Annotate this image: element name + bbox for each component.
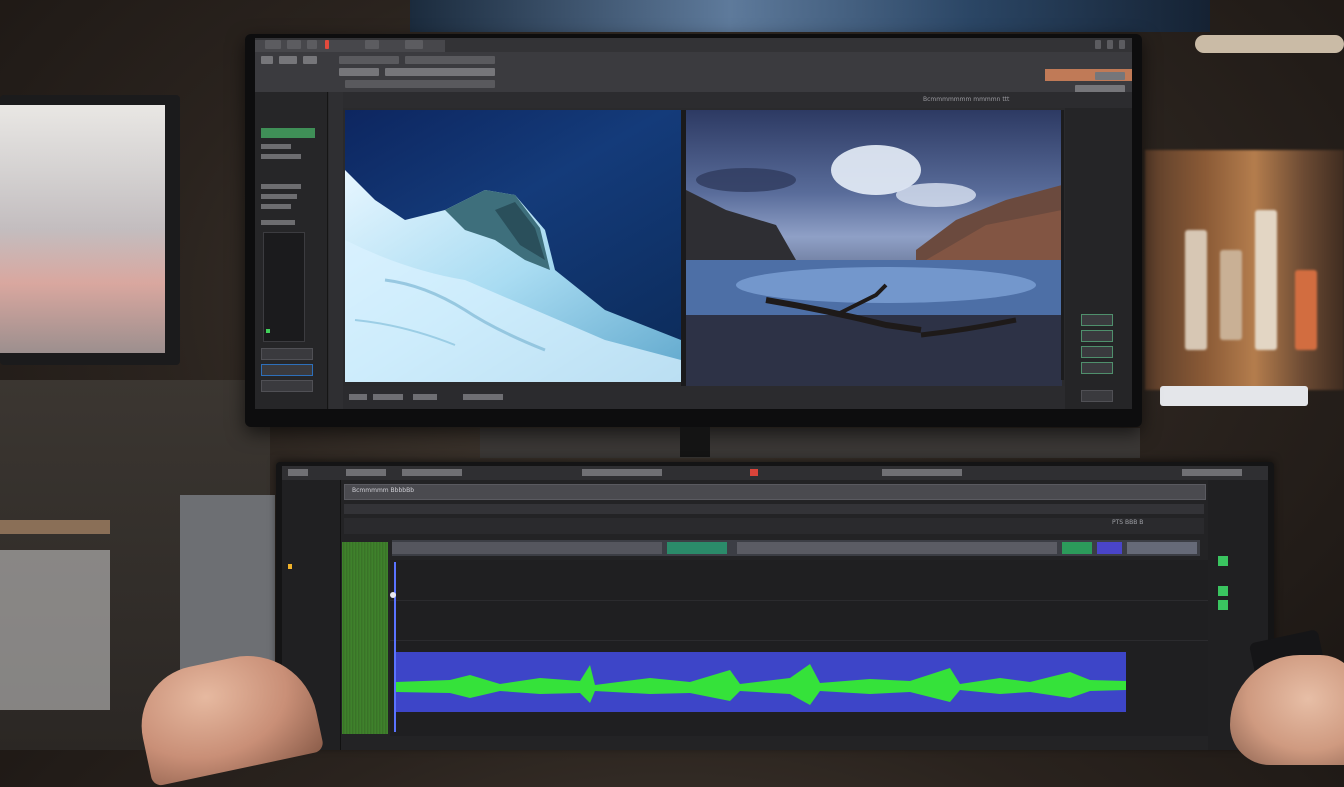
timeline-ruler[interactable]: [344, 518, 1204, 534]
menu-item[interactable]: [307, 40, 317, 49]
editing-monitor: Bcmmmmm BbbbBb PTS BBB B: [276, 462, 1274, 750]
viewer-title: Bcmmmmmmm mmmmn ttt: [923, 96, 1010, 103]
record-indicator: [325, 40, 329, 49]
tool-column: [329, 92, 343, 409]
tool-button[interactable]: [261, 56, 273, 64]
background-lamp: [1195, 35, 1344, 53]
slider-handle[interactable]: [266, 329, 270, 333]
panel-button[interactable]: [261, 348, 313, 360]
options-field[interactable]: [339, 56, 399, 64]
window-maximize-icon[interactable]: [1107, 40, 1113, 49]
status-indicator: [1218, 556, 1228, 566]
panel-row: [261, 194, 297, 199]
editor-menu-item[interactable]: [288, 469, 308, 476]
editor-menu-item[interactable]: [1182, 469, 1242, 476]
audio-editor-window: Bcmmmmm BbbbBb PTS BBB B: [282, 466, 1268, 750]
audio-meter: [342, 542, 388, 734]
panel-row: [261, 184, 301, 189]
video-track[interactable]: [344, 484, 1206, 500]
desk-equipment: [480, 428, 1140, 458]
clip[interactable]: [1062, 542, 1092, 554]
vertical-scrollbar[interactable]: [1061, 110, 1064, 380]
track-marker: [288, 564, 292, 569]
window-minimize-icon[interactable]: [1095, 40, 1101, 49]
toolbar: [255, 52, 1132, 93]
tool-button[interactable]: [1095, 72, 1125, 80]
adjust-control[interactable]: [1081, 346, 1113, 358]
record-button[interactable]: [750, 469, 758, 476]
clip[interactable]: [667, 542, 727, 554]
panel-row: [261, 204, 291, 209]
status-bar: [343, 386, 1065, 409]
tool-button[interactable]: [385, 68, 495, 76]
panel-row: [261, 220, 295, 225]
viewer-header: Bcmmmmmmm mmmmn ttt: [343, 92, 1132, 108]
panel-button[interactable]: [261, 364, 313, 376]
clip-track[interactable]: [392, 540, 1200, 556]
background-keyboard: [1160, 386, 1308, 406]
clip[interactable]: [1127, 542, 1197, 554]
status-indicator: [1218, 600, 1228, 610]
menu-item[interactable]: [265, 40, 281, 49]
mountain-image: [345, 170, 681, 382]
audio-waveform: [396, 652, 1126, 712]
playhead-handle[interactable]: [390, 592, 396, 598]
photo-editor-window: Bcmmmmmmm mmmmn ttt: [255, 38, 1132, 409]
active-layer[interactable]: [261, 128, 315, 138]
window-close-icon[interactable]: [1119, 40, 1125, 49]
background-shelf: [1145, 150, 1344, 390]
menu-item[interactable]: [365, 40, 379, 49]
clip[interactable]: [737, 542, 1057, 554]
adjust-control[interactable]: [1081, 314, 1113, 326]
tool-button[interactable]: [279, 56, 297, 64]
lake-image: [686, 145, 1062, 386]
editor-menu-item[interactable]: [882, 469, 962, 476]
editor-toolbar: [282, 466, 1268, 480]
level-slider[interactable]: [263, 232, 305, 342]
status-indicator: [1218, 586, 1228, 596]
playhead[interactable]: [394, 562, 396, 732]
editor-menu-item[interactable]: [346, 469, 386, 476]
clip[interactable]: [1097, 542, 1122, 554]
clip[interactable]: [392, 542, 662, 554]
secondary-track[interactable]: [344, 504, 1204, 514]
main-monitor: Bcmmmmmmm mmmmn ttt: [245, 34, 1142, 427]
menu-bar: [255, 38, 1132, 52]
adjust-control[interactable]: [1081, 330, 1113, 342]
panel-button[interactable]: [261, 380, 313, 392]
transport-controls[interactable]: [582, 469, 662, 476]
canvas-right[interactable]: [686, 110, 1062, 386]
menu-item[interactable]: [405, 40, 423, 49]
menu-item[interactable]: [287, 40, 301, 49]
track-label: Bcmmmmm BbbbBb: [352, 487, 415, 494]
timecode: PTS BBB B: [1112, 519, 1144, 526]
adjustments-panel: [1065, 108, 1132, 409]
panel-row: [261, 154, 301, 159]
background-monitor: [0, 95, 180, 365]
canvas-left[interactable]: [345, 110, 681, 382]
waveform-area[interactable]: [390, 560, 1208, 736]
tool-button[interactable]: [303, 56, 317, 64]
tool-button[interactable]: [339, 68, 379, 76]
editor-menu-item[interactable]: [402, 469, 462, 476]
layers-panel: [255, 92, 328, 409]
adjust-control[interactable]: [1081, 362, 1113, 374]
monitor-stand: [680, 427, 710, 457]
background-tv: [410, 0, 1210, 32]
options-field[interactable]: [345, 80, 495, 88]
adjust-control[interactable]: [1081, 390, 1113, 402]
panel-row: [261, 144, 291, 149]
options-field[interactable]: [405, 56, 495, 64]
